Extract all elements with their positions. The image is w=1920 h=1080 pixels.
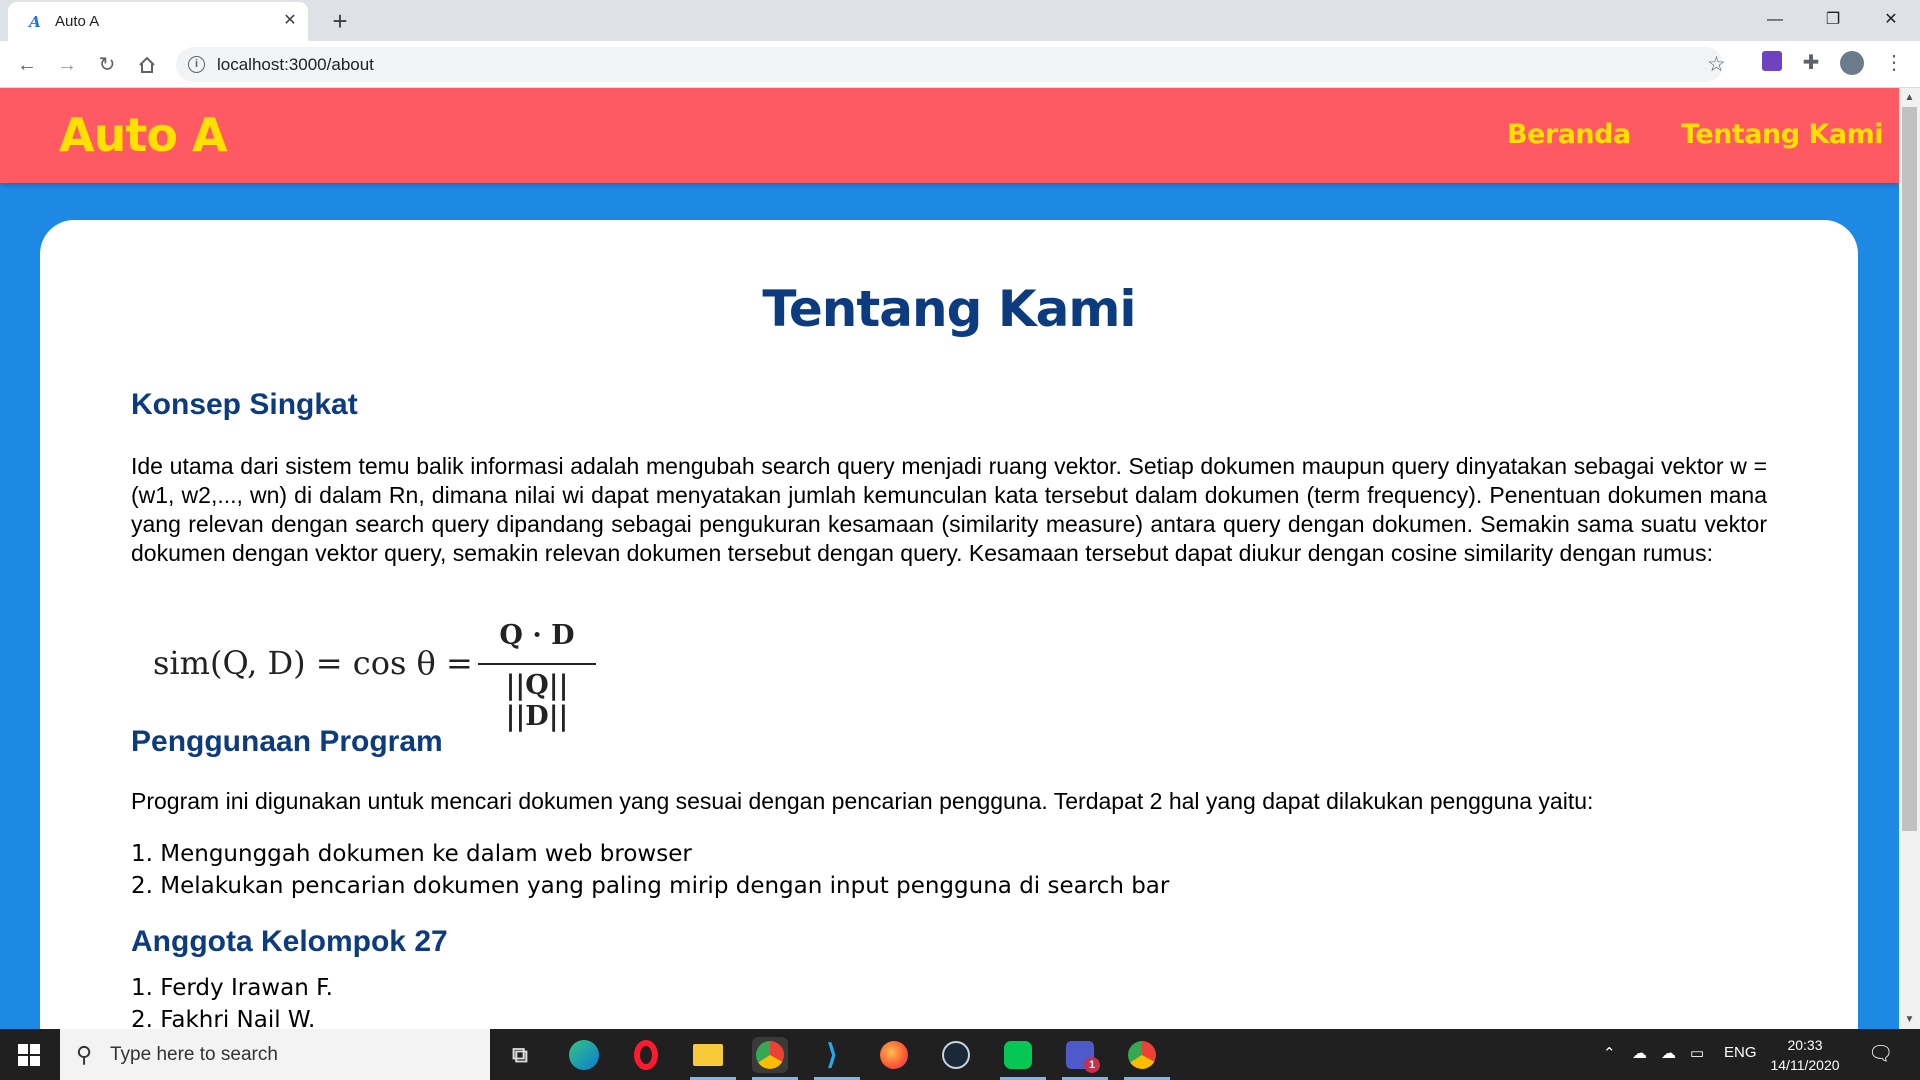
section-heading-penggunaan: Penggunaan Program xyxy=(131,725,443,758)
chrome-icon[interactable] xyxy=(752,1037,788,1073)
formula-fraction-bar xyxy=(478,663,596,665)
notification-center-icon[interactable]: 🗨 xyxy=(1868,1041,1893,1066)
reload-button[interactable]: ↻ xyxy=(92,50,122,80)
list-item: 1. Mengunggah dokumen ke dalam web brows… xyxy=(131,841,692,867)
taskbar-clock[interactable]: 20:33 14/11/2020 xyxy=(1765,1035,1845,1075)
formula-lhs: sim(Q, D) = cos θ = xyxy=(153,644,473,682)
restore-button[interactable]: ❐ xyxy=(1810,4,1856,36)
penggunaan-paragraph: Program ini digunakan untuk mencari doku… xyxy=(131,788,1594,814)
teams-notification-badge: 1 xyxy=(1084,1057,1100,1073)
file-explorer-icon[interactable] xyxy=(690,1037,726,1073)
brand-logo[interactable]: Auto A xyxy=(59,108,228,162)
site-favicon-icon: A xyxy=(29,13,41,31)
clock-date: 14/11/2020 xyxy=(1770,1057,1840,1073)
browser-toolbar: ← → ↻ i localhost:3000/about ☆ ✚ ⋮ xyxy=(0,41,1920,88)
profile-avatar[interactable] xyxy=(1840,51,1864,75)
teams-icon[interactable]: 1 xyxy=(1062,1037,1100,1073)
members-list: 1. Ferdy Irawan F. 2. Fakhri Nail W. xyxy=(131,972,333,1029)
show-hidden-icons-chevron-icon[interactable]: ⌃ xyxy=(1603,1044,1616,1062)
close-window-button[interactable]: ✕ xyxy=(1868,4,1914,36)
nav-link-beranda[interactable]: Beranda xyxy=(1507,119,1631,150)
line-icon[interactable] xyxy=(1000,1037,1036,1073)
browser-menu-icon[interactable]: ⋮ xyxy=(1882,51,1906,75)
browser-tabstrip: A Auto A ✕ + — ❐ ✕ xyxy=(0,0,1920,41)
scrollbar-thumb[interactable] xyxy=(1902,107,1917,831)
konsep-paragraph: Ide utama dari sistem temu balik informa… xyxy=(131,453,1767,566)
forward-button[interactable]: → xyxy=(52,50,82,80)
content-card: Tentang Kami Konsep Singkat Ide utama da… xyxy=(40,220,1858,1029)
cloud-icon[interactable]: ☁ xyxy=(1661,1044,1676,1062)
usage-list: 1. Mengunggah dokumen ke dalam web brows… xyxy=(131,838,1169,902)
onedrive-cloud-icon[interactable]: ☁ xyxy=(1632,1044,1647,1062)
tab-close-icon[interactable]: ✕ xyxy=(280,11,300,31)
windows-start-icon[interactable] xyxy=(18,1044,40,1066)
steam-icon[interactable] xyxy=(938,1037,974,1073)
tab-title: Auto A xyxy=(55,13,100,30)
firefox-icon[interactable] xyxy=(876,1037,912,1073)
nav-link-tentang-kami[interactable]: Tentang Kami xyxy=(1681,119,1883,150)
extension-purple-icon[interactable] xyxy=(1760,51,1784,75)
chrome-icon[interactable] xyxy=(1124,1037,1160,1073)
page-title: Tentang Kami xyxy=(762,280,1136,338)
taskbar-search-box[interactable]: ⚲ Type here to search xyxy=(60,1029,490,1080)
home-button[interactable] xyxy=(132,50,162,80)
extensions-puzzle-icon[interactable]: ✚ xyxy=(1799,51,1823,75)
battery-icon[interactable]: ▭ xyxy=(1690,1044,1704,1062)
address-bar[interactable]: i localhost:3000/about ☆ xyxy=(176,47,1726,82)
scroll-down-icon[interactable]: ▼ xyxy=(1899,1014,1920,1025)
section-heading-konsep: Konsep Singkat xyxy=(131,388,358,421)
page-scrollbar[interactable]: ▲ ▼ xyxy=(1899,88,1920,1029)
site-info-icon[interactable]: i xyxy=(188,56,205,73)
language-indicator[interactable]: ENG xyxy=(1724,1044,1757,1061)
list-item: 2. Melakukan pencarian dokumen yang pali… xyxy=(131,873,1170,899)
browser-tab[interactable]: A Auto A ✕ xyxy=(8,2,308,41)
list-item: 2. Fakhri Nail W. xyxy=(131,1007,316,1029)
bookmark-star-icon[interactable]: ☆ xyxy=(1707,52,1726,77)
edge-icon[interactable] xyxy=(566,1037,602,1073)
page-viewport: Auto A Beranda Tentang Kami Tentang Kami… xyxy=(0,88,1899,1029)
vscode-icon[interactable]: ⟩ xyxy=(814,1037,850,1073)
formula-denominator: ||Q|| ||D|| xyxy=(505,670,569,732)
windows-taskbar: ⚲ Type here to search ⧉ ⟩ 1 ⌃ ☁ ☁ ▭ ENG … xyxy=(0,1029,1920,1080)
clock-time: 20:33 xyxy=(1787,1037,1823,1053)
formula-numerator: Q · D xyxy=(499,620,575,651)
task-view-icon[interactable]: ⧉ xyxy=(502,1037,538,1073)
minimize-button[interactable]: — xyxy=(1752,4,1798,36)
new-tab-button[interactable]: + xyxy=(326,7,354,35)
home-icon xyxy=(139,56,155,73)
url-text[interactable]: localhost:3000/about xyxy=(217,55,374,75)
site-navbar: Auto A Beranda Tentang Kami xyxy=(0,88,1899,183)
section-heading-anggota: Anggota Kelompok 27 xyxy=(131,925,448,958)
back-button[interactable]: ← xyxy=(12,50,42,80)
taskbar-search-placeholder: Type here to search xyxy=(110,1044,278,1065)
cosine-similarity-formula: sim(Q, D) = cos θ = Q · D ||Q|| ||D|| xyxy=(153,620,613,732)
list-item: 1. Ferdy Irawan F. xyxy=(131,975,333,1001)
search-icon: ⚲ xyxy=(76,1042,93,1067)
scroll-up-icon[interactable]: ▲ xyxy=(1899,92,1920,103)
opera-icon[interactable] xyxy=(628,1037,664,1073)
